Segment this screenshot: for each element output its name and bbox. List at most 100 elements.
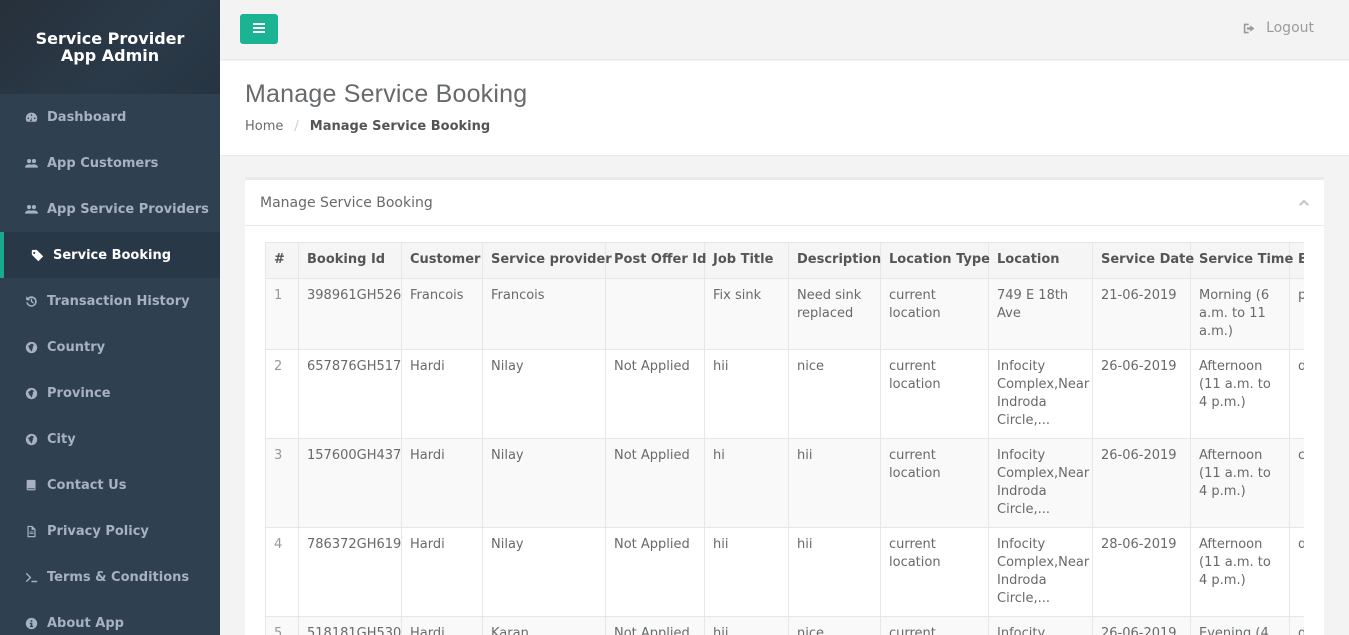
table-cell: hii <box>788 527 881 617</box>
sidebar-item-label: Dashboard <box>47 109 127 125</box>
top-navbar: Logout <box>220 0 1349 60</box>
users-icon <box>24 202 38 216</box>
sidebar-item-dashboard[interactable]: Dashboard <box>0 94 220 140</box>
sidebar-item-about-app[interactable]: About App <box>0 600 220 635</box>
table-row[interactable]: 4 786372GH619 Hardi Nilay Not Applied hii hii c… <box>265 527 1304 617</box>
table-cell: current location <box>880 278 989 350</box>
column-header[interactable]: Location <box>988 242 1093 279</box>
table-cell: 749 E 18th Ave <box>988 278 1093 350</box>
table-cell: Not Applied <box>605 527 705 617</box>
table-row[interactable]: 5 518181GH530 Hardi Karan Not Applied hii nice… <box>265 616 1304 635</box>
sidebar-item-label: Terms & Conditions <box>47 569 190 585</box>
sidebar-item-transaction-history[interactable]: Transaction History <box>0 278 220 324</box>
sidebar-item-label: About App <box>47 615 124 631</box>
booking-table-container[interactable]: # Booking Id Customer Service provider Post … <box>265 242 1304 635</box>
table-row[interactable]: 1 398961GH526 Francois Francois Fix sink Need… <box>265 278 1304 350</box>
table-cell: Infocity <box>988 616 1093 635</box>
table-cell: Need sink replaced <box>788 278 881 350</box>
info-icon <box>24 616 38 630</box>
breadcrumb: Home / Manage Service Booking <box>245 119 1349 134</box>
table-cell: Karan <box>482 616 606 635</box>
table-cell: 398961GH526 <box>298 278 402 350</box>
menu-toggle-button[interactable] <box>240 14 278 44</box>
app-title: Service Provider App Admin <box>0 0 220 94</box>
table-cell: Nilay <box>482 438 606 528</box>
sidebar-nav: Dashboard App Customers App Service Provid… <box>0 94 220 635</box>
table-cell: 157600GH437 <box>298 438 402 528</box>
table-cell: p <box>1289 278 1304 350</box>
table-cell: nice <box>788 349 881 439</box>
sidebar-item-city[interactable]: City <box>0 416 220 462</box>
table-cell: Hardi <box>401 438 483 528</box>
sidebar-item-label: Transaction History <box>47 293 190 309</box>
table-cell: Not Applied <box>605 438 705 528</box>
table-cell <box>605 278 705 350</box>
sidebar-item-service-booking[interactable]: Service Booking <box>0 232 220 278</box>
table-cell: Hardi <box>401 616 483 635</box>
sidebar: Service Provider App Admin Dashboard App … <box>0 0 220 635</box>
table-header-row: # Booking Id Customer Service provider Post … <box>265 242 1304 279</box>
table-cell: Hardi <box>401 527 483 617</box>
table-cell: Infocity Complex,Near Indroda Circle,... <box>988 349 1093 439</box>
table-cell: hii <box>788 438 881 528</box>
collapse-chevron-up-icon[interactable] <box>1298 196 1310 208</box>
column-header[interactable]: Booking Id <box>298 242 402 279</box>
column-header[interactable]: Description <box>788 242 881 279</box>
globe-icon <box>24 432 38 446</box>
sidebar-item-privacy-policy[interactable]: Privacy Policy <box>0 508 220 554</box>
column-header[interactable]: # <box>265 242 299 279</box>
column-header[interactable]: Location Type <box>880 242 990 279</box>
panel-header: Manage Service Booking <box>245 180 1324 226</box>
sidebar-item-province[interactable]: Province <box>0 370 220 416</box>
table-cell: Nilay <box>482 349 606 439</box>
table-cell: c <box>1289 438 1304 528</box>
table-cell: d <box>1289 349 1304 439</box>
table-row[interactable]: 2 657876GH517 Hardi Nilay Not Applied hii nice… <box>265 349 1304 439</box>
table-cell: current location <box>880 349 989 439</box>
logout-link[interactable]: Logout <box>1243 20 1314 36</box>
column-header[interactable]: Post Offer Id <box>605 242 706 279</box>
sidebar-item-label: Privacy Policy <box>47 523 149 539</box>
table-cell: nice <box>788 616 881 635</box>
book-icon <box>24 478 38 492</box>
table-body: 1 398961GH526 Francois Francois Fix sink Need… <box>265 278 1304 635</box>
table-cell: 518181GH530 <box>298 616 402 635</box>
globe-icon <box>24 386 38 400</box>
sidebar-item-app-customers[interactable]: App Customers <box>0 140 220 186</box>
breadcrumb-home[interactable]: Home <box>245 119 283 134</box>
sidebar-item-contact-us[interactable]: Contact Us <box>0 462 220 508</box>
table-row[interactable]: 3 157600GH437 Hardi Nilay Not Applied hi hii cu… <box>265 438 1304 528</box>
table-cell: current <box>880 616 989 635</box>
table-cell: 26-06-2019 <box>1092 438 1191 528</box>
sidebar-item-label: App Customers <box>47 155 159 171</box>
globe-icon <box>24 340 38 354</box>
table-cell: hii <box>704 616 789 635</box>
column-header[interactable]: Service Date <box>1092 242 1194 279</box>
logout-label: Logout <box>1266 20 1314 36</box>
sidebar-item-country[interactable]: Country <box>0 324 220 370</box>
table-cell: Morning (6 a.m. to 11 a.m.) <box>1190 278 1290 350</box>
dashboard-icon <box>24 110 38 124</box>
table-cell: current location <box>880 527 989 617</box>
terminal-icon <box>24 570 38 584</box>
sidebar-item-terms-and-conditions[interactable]: Terms & Conditions <box>0 554 220 600</box>
table-cell: 26-06-2019 <box>1092 349 1191 439</box>
sign-out-icon <box>1243 23 1255 33</box>
column-header[interactable]: Job Title <box>704 242 789 279</box>
booking-panel: Manage Service Booking # Booking Id Custom… <box>245 177 1324 635</box>
sidebar-item-app-service-providers[interactable]: App Service Providers <box>0 186 220 232</box>
sidebar-item-label: City <box>47 431 76 447</box>
column-header[interactable]: Service provider <box>482 242 612 279</box>
table-cell: Infocity Complex,Near Indroda Circle,... <box>988 527 1093 617</box>
tag-icon <box>30 248 44 262</box>
column-header[interactable]: Service Time <box>1190 242 1293 279</box>
table-cell: 2 <box>265 349 299 439</box>
history-icon <box>24 294 38 308</box>
table-cell: 21-06-2019 <box>1092 278 1191 350</box>
sidebar-item-label: Service Booking <box>53 247 172 263</box>
sidebar-item-label: App Service Providers <box>47 201 209 217</box>
users-icon <box>24 156 38 170</box>
table-cell: hii <box>704 349 789 439</box>
table-cell: hi <box>704 438 789 528</box>
column-header[interactable]: Customer <box>401 242 483 279</box>
